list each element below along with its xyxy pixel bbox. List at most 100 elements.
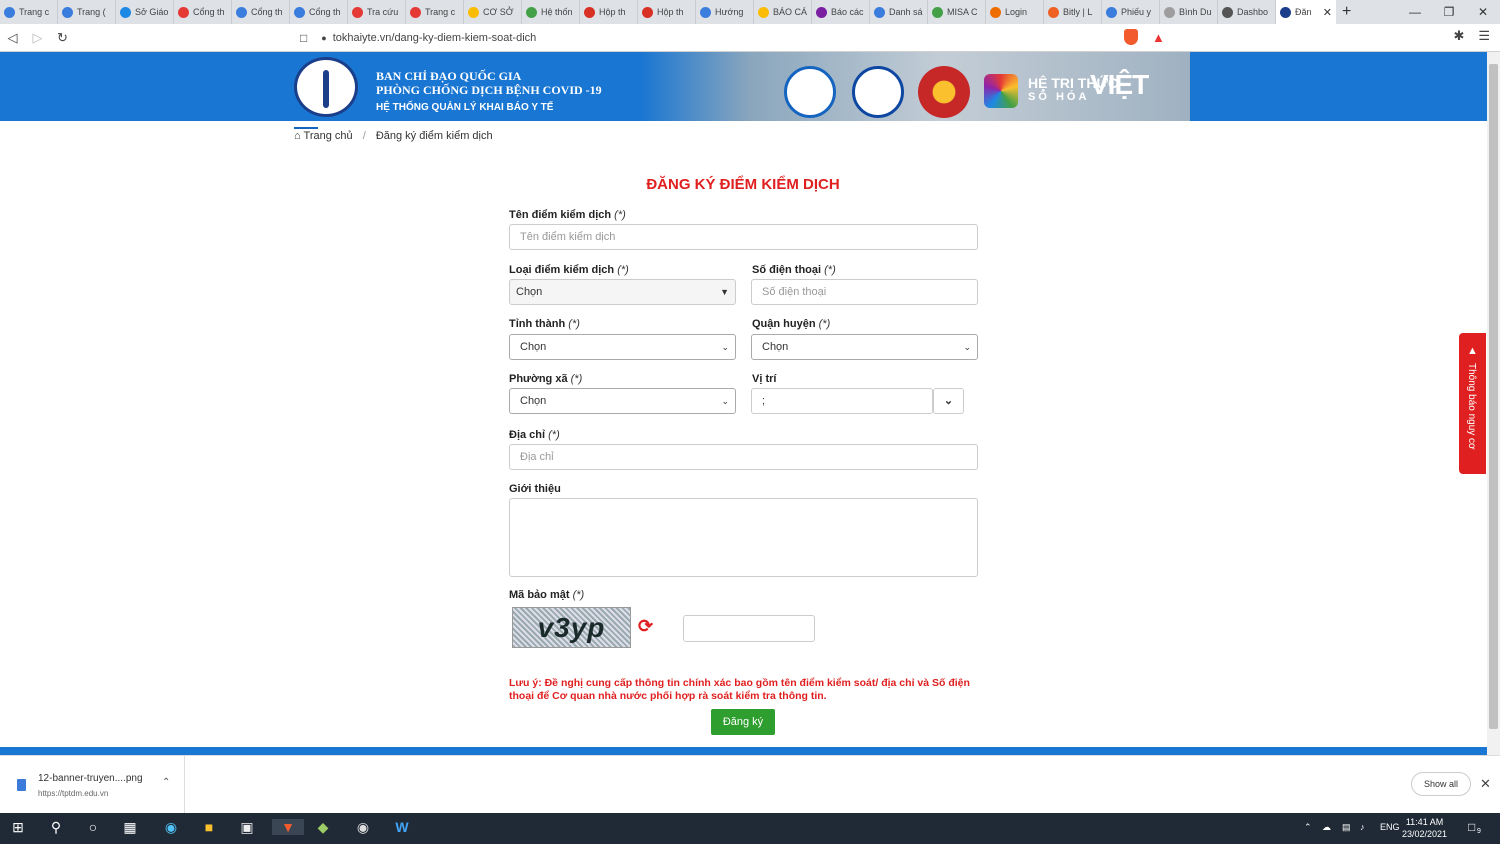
close-icon[interactable]: ✕ bbox=[1480, 776, 1491, 792]
clock[interactable]: 11:41 AM 23/02/2021 bbox=[1402, 816, 1447, 840]
browser-tab[interactable]: MISA C bbox=[928, 0, 986, 24]
browser-tab[interactable]: Hộp th bbox=[580, 0, 638, 24]
search-icon[interactable]: ⚲ bbox=[44, 819, 68, 836]
file-explorer-icon[interactable]: ■ bbox=[197, 819, 221, 835]
tab-label: Hộp th bbox=[599, 7, 626, 17]
forward-icon[interactable]: ▷ bbox=[25, 30, 50, 46]
tab-label: CƠ SỞ bbox=[483, 7, 514, 17]
app-taskbar-icon[interactable]: ◆ bbox=[311, 819, 335, 836]
type-select[interactable]: Chọn ▼ bbox=[509, 279, 736, 305]
url-text: tokhaiyte.vn/dang-ky-diem-kiem-soat-dich bbox=[332, 32, 537, 44]
caret-down-icon: ▼ bbox=[720, 287, 729, 297]
browser-tab[interactable]: Sở Giáo bbox=[116, 0, 174, 24]
home-icon[interactable]: ⌂ bbox=[294, 130, 301, 142]
tab-favicon-icon bbox=[1106, 6, 1117, 18]
browser-tab[interactable]: Bình Du bbox=[1160, 0, 1218, 24]
browser-tab-active[interactable]: Đăn ✕ bbox=[1276, 0, 1336, 24]
tab-favicon-icon bbox=[468, 6, 479, 18]
tab-label: Bình Du bbox=[1179, 7, 1212, 17]
browser-tab[interactable]: Hệ thốn bbox=[522, 0, 580, 24]
ward-select[interactable]: Chọn ⌄ bbox=[509, 388, 736, 414]
note-text: Lưu ý: Đề nghị cung cấp thông tin chính … bbox=[509, 677, 970, 702]
browser-tab[interactable]: Cổng th bbox=[232, 0, 290, 24]
district-select[interactable]: Chọn ⌄ bbox=[751, 334, 978, 360]
tab-favicon-icon bbox=[874, 6, 885, 18]
download-item[interactable]: 12-banner-truyen....png https://tptdm.ed… bbox=[0, 756, 185, 814]
refresh-captcha-icon[interactable]: ⟳ bbox=[638, 616, 653, 637]
task-view-icon[interactable]: ▦ bbox=[118, 819, 142, 836]
volume-icon[interactable]: ♪ bbox=[1360, 822, 1365, 832]
phone-input[interactable]: Số điện thoại bbox=[751, 279, 978, 305]
tab-label: Phiếu y bbox=[1121, 7, 1152, 17]
brave-taskbar-icon[interactable]: ▼ bbox=[272, 819, 304, 835]
close-tab-icon[interactable]: ✕ bbox=[1323, 6, 1332, 19]
browser-tab[interactable]: Báo các bbox=[812, 0, 870, 24]
close-window-icon[interactable]: ✕ bbox=[1466, 0, 1500, 24]
taskbar: ⊞ ⚲ ○ ▦ ◉ ■ ▣ ▼ ◆ ◉ W ⌃ ☁ ▤ ♪ ENG 11:41 … bbox=[0, 813, 1500, 844]
browser-tab[interactable]: Tra cứu bbox=[348, 0, 406, 24]
back-icon[interactable]: ◁ bbox=[0, 30, 25, 46]
edge-icon[interactable]: ◉ bbox=[159, 819, 183, 836]
location-input[interactable]: ; bbox=[751, 388, 933, 414]
new-tab-icon[interactable]: + bbox=[1342, 3, 1358, 21]
type-label: Loại điểm kiểm dịch (*) bbox=[509, 264, 629, 276]
tab-label: Tra cứu bbox=[367, 7, 399, 17]
browser-tab[interactable]: Danh sá bbox=[870, 0, 928, 24]
url-field[interactable]: □ ● tokhaiyte.vn/dang-ky-diem-kiem-soat-… bbox=[300, 27, 1120, 49]
intro-textarea[interactable] bbox=[509, 498, 978, 577]
tab-favicon-icon bbox=[4, 6, 15, 18]
reload-icon[interactable]: ↻ bbox=[50, 30, 75, 46]
browser-tab[interactable]: Trang c bbox=[0, 0, 58, 24]
page-scrollbar[interactable] bbox=[1487, 52, 1500, 755]
browser-tab[interactable]: BÁO CÁ bbox=[754, 0, 812, 24]
browser-tab-strip: Trang c Trang (Sở Giáo Cổng th Cổng th Cổng … bbox=[0, 0, 1500, 24]
word-icon[interactable]: W bbox=[390, 819, 414, 835]
minimize-icon[interactable]: — bbox=[1398, 0, 1432, 24]
address-input[interactable]: Địa chỉ bbox=[509, 444, 978, 470]
tray-chevron-up-icon[interactable]: ⌃ bbox=[1304, 822, 1312, 833]
tab-label: Bitly | L bbox=[1063, 7, 1093, 17]
ministry-of-health-logo[interactable] bbox=[294, 57, 358, 117]
browser-tab[interactable]: Login bbox=[986, 0, 1044, 24]
tab-label: Cổng th bbox=[309, 7, 341, 17]
windows-start-icon[interactable]: ⊞ bbox=[6, 819, 30, 836]
risk-notice-tab[interactable]: ▲ Thông báo nguy cơ bbox=[1459, 333, 1486, 474]
browser-tab[interactable]: Phiếu y bbox=[1102, 0, 1160, 24]
browser-tab[interactable]: Cổng th bbox=[174, 0, 232, 24]
notification-icon[interactable]: □ bbox=[1468, 820, 1475, 834]
cortana-icon[interactable]: ○ bbox=[81, 819, 105, 835]
extensions-icon[interactable]: ✱ bbox=[1453, 28, 1464, 44]
province-select[interactable]: Chọn ⌄ bbox=[509, 334, 736, 360]
location-dropdown-button[interactable]: ⌄ bbox=[933, 388, 964, 414]
store-icon[interactable]: ▣ bbox=[235, 819, 259, 836]
name-input[interactable]: Tên điểm kiểm dịch bbox=[509, 224, 978, 250]
tab-label: Hệ thốn bbox=[541, 7, 573, 17]
tab-label: Trang c bbox=[19, 7, 50, 17]
browser-tab[interactable]: Cổng th bbox=[290, 0, 348, 24]
browser-tab[interactable]: Trang c bbox=[406, 0, 464, 24]
tab-label: Đăn bbox=[1295, 7, 1312, 17]
browser-tab[interactable]: Bitly | L bbox=[1044, 0, 1102, 24]
submit-button[interactable]: Đăng ký bbox=[711, 709, 775, 735]
tab-favicon-icon bbox=[1048, 6, 1059, 18]
browser-tab[interactable]: Hộp th bbox=[638, 0, 696, 24]
cloud-icon[interactable]: ☁ bbox=[1322, 822, 1331, 833]
brave-shield-icon[interactable] bbox=[1124, 29, 1138, 45]
chrome-taskbar-icon[interactable]: ◉ bbox=[351, 819, 375, 836]
tab-favicon-icon bbox=[990, 6, 1001, 18]
brave-rewards-icon[interactable]: ▲ bbox=[1152, 30, 1165, 45]
browser-tab[interactable]: CƠ SỞ bbox=[464, 0, 522, 24]
menu-icon[interactable]: ☰ bbox=[1478, 28, 1490, 44]
browser-tab[interactable]: Trang ( bbox=[58, 0, 116, 24]
restore-icon[interactable]: ❐ bbox=[1432, 0, 1466, 24]
browser-tab[interactable]: Dashbo bbox=[1218, 0, 1276, 24]
bookmark-icon[interactable]: □ bbox=[300, 31, 307, 45]
chevron-up-icon[interactable]: ⌃ bbox=[162, 777, 170, 788]
show-all-button[interactable]: Show all bbox=[1411, 772, 1471, 796]
network-icon[interactable]: ▤ bbox=[1342, 822, 1351, 833]
address-bar: ◁ ▷ ↻ □ ● tokhaiyte.vn/dang-ky-diem-kiem… bbox=[0, 24, 1500, 52]
captcha-input[interactable] bbox=[683, 615, 815, 642]
language-indicator[interactable]: ENG bbox=[1380, 822, 1400, 832]
browser-tab[interactable]: Hướng bbox=[696, 0, 754, 24]
breadcrumb-home[interactable]: Trang chủ bbox=[304, 130, 353, 142]
